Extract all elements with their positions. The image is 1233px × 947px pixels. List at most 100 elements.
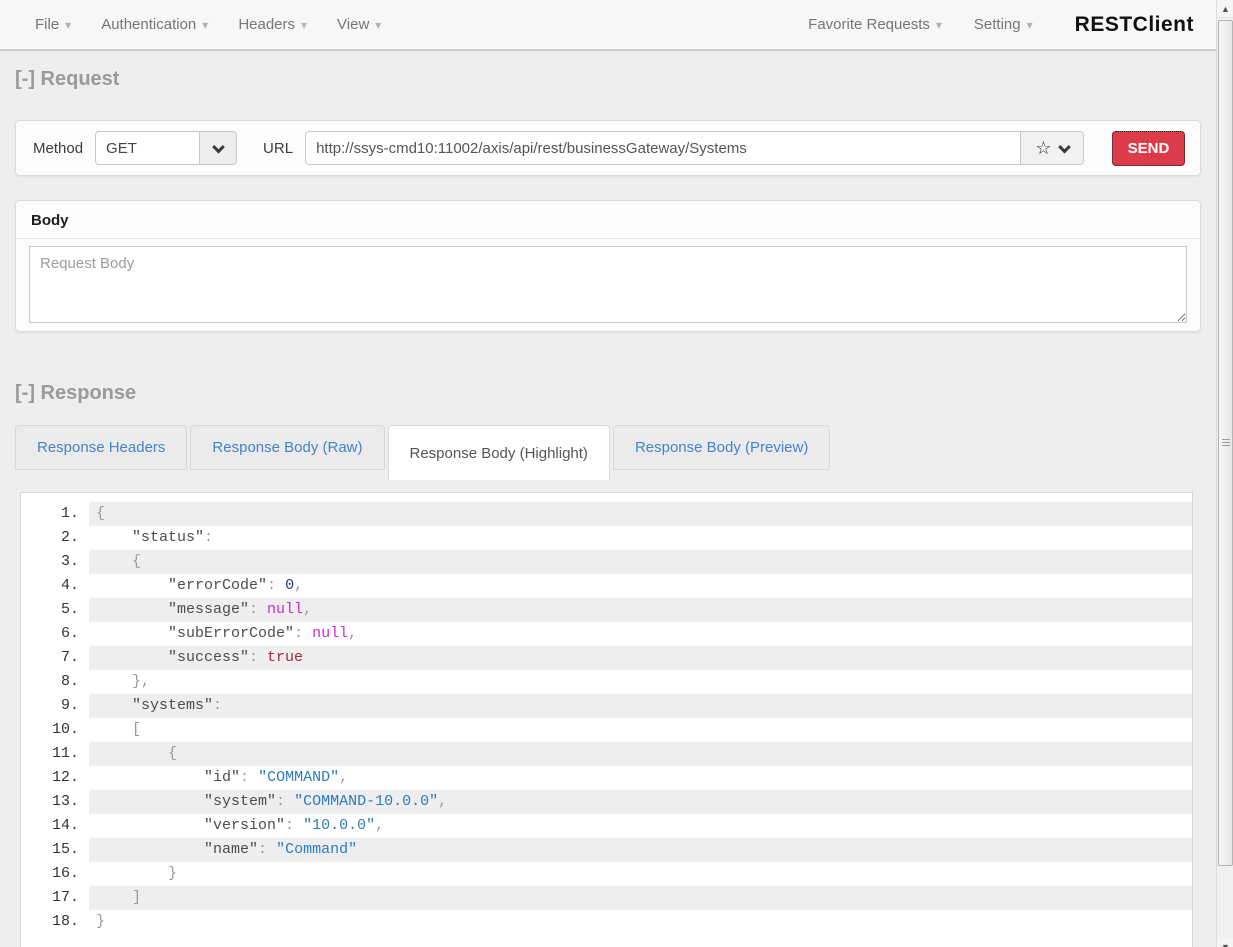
code-line: 14. "version": "10.0.0", (21, 814, 1192, 838)
tab-response-body-preview[interactable]: Response Body (Preview) (613, 425, 830, 470)
code-line-content: "system": "COMMAND-10.0.0", (89, 790, 1192, 814)
line-number: 4. (21, 574, 89, 598)
favorite-star-icon[interactable]: ☆ (1035, 139, 1051, 157)
url-label: URL (263, 140, 293, 157)
method-select-button[interactable] (199, 131, 237, 165)
request-body-panel: Body (15, 200, 1201, 332)
menu-file[interactable]: File ▾ (27, 10, 85, 39)
code-line-content: "subErrorCode": null, (89, 622, 1192, 646)
code-line-content: }, (89, 670, 1192, 694)
scrollbar-thumb[interactable] (1218, 20, 1233, 866)
caret-down-icon: ▾ (65, 19, 71, 31)
line-number: 13. (21, 790, 89, 814)
caret-down-icon: ▾ (301, 19, 307, 31)
code-line: 7. "success": true (21, 646, 1192, 670)
chevron-down-icon (212, 140, 225, 153)
menu-left-group: File ▾ Authentication ▾ Headers ▾ View ▾ (27, 10, 395, 39)
line-number: 2. (21, 526, 89, 550)
menu-setting-label: Setting (974, 16, 1021, 33)
code-line: 2. "status": (21, 526, 1192, 550)
scrollbar-grip-icon (1222, 439, 1230, 447)
code-line: 12. "id": "COMMAND", (21, 766, 1192, 790)
method-select[interactable]: GET (95, 131, 237, 165)
line-number: 15. (21, 838, 89, 862)
menu-view[interactable]: View ▾ (329, 10, 395, 39)
code-line: 3. { (21, 550, 1192, 574)
method-select-value[interactable]: GET (95, 131, 199, 165)
line-number: 17. (21, 886, 89, 910)
line-number: 11. (21, 742, 89, 766)
code-line: 15. "name": "Command" (21, 838, 1192, 862)
line-number: 16. (21, 862, 89, 886)
url-input[interactable] (305, 131, 1020, 165)
line-number: 14. (21, 814, 89, 838)
code-line-content: "version": "10.0.0", (89, 814, 1192, 838)
menu-right-group: Favorite Requests ▾ Setting ▾ RESTClient (800, 10, 1216, 39)
line-number: 10. (21, 718, 89, 742)
code-line: 6. "subErrorCode": null, (21, 622, 1192, 646)
code-line-content: "success": true (89, 646, 1192, 670)
code-line: 10. [ (21, 718, 1192, 742)
code-line: 16. } (21, 862, 1192, 886)
code-line-content: "id": "COMMAND", (89, 766, 1192, 790)
scroll-down-button[interactable]: ▼ (1217, 938, 1233, 947)
request-bar: Method GET URL ☆ SEND (15, 120, 1201, 176)
response-section-toggle[interactable]: [-] Response (15, 382, 136, 405)
url-group: ☆ (305, 131, 1084, 165)
menu-authentication[interactable]: Authentication ▾ (93, 10, 222, 39)
app-logo: RESTClient (1075, 13, 1194, 37)
line-number: 18. (21, 910, 89, 934)
scroll-up-button[interactable]: ▲ (1217, 0, 1233, 18)
code-line: 5. "message": null, (21, 598, 1192, 622)
code-line-content: } (89, 910, 1192, 934)
line-number: 1. (21, 502, 89, 526)
chevron-down-icon[interactable] (1058, 140, 1071, 153)
menu-favorite-requests[interactable]: Favorite Requests ▾ (800, 10, 956, 39)
menu-bar: File ▾ Authentication ▾ Headers ▾ View ▾… (0, 0, 1216, 51)
code-line-content: { (89, 502, 1192, 526)
code-line: 8. }, (21, 670, 1192, 694)
request-section-toggle[interactable]: [-] Request (15, 68, 119, 91)
menu-view-label: View (337, 16, 369, 33)
menu-headers[interactable]: Headers ▾ (230, 10, 321, 39)
code-line: 1.{ (21, 502, 1192, 526)
response-tabs: Response Headers Response Body (Raw) Res… (15, 425, 830, 480)
response-body-highlight-panel: 1.{2. "status":3. {4. "errorCode": 0,5. … (20, 492, 1193, 947)
url-favorite-group[interactable]: ☆ (1020, 131, 1084, 165)
line-number: 6. (21, 622, 89, 646)
caret-down-icon: ▾ (202, 19, 208, 31)
method-label: Method (33, 140, 83, 157)
menu-file-label: File (35, 16, 59, 33)
menu-setting[interactable]: Setting ▾ (966, 10, 1047, 39)
code-line: 17. ] (21, 886, 1192, 910)
code-line: 18.} (21, 910, 1192, 934)
vertical-scrollbar[interactable]: ▲ ▼ (1216, 0, 1233, 947)
request-body-textarea[interactable] (29, 246, 1187, 323)
code-line-content: { (89, 742, 1192, 766)
scroll-up-arrow-icon: ▲ (1221, 4, 1230, 14)
code-line-content: } (89, 862, 1192, 886)
caret-down-icon: ▾ (1027, 19, 1033, 31)
code-line-content: "errorCode": 0, (89, 574, 1192, 598)
tab-response-body-raw[interactable]: Response Body (Raw) (190, 425, 384, 470)
caret-down-icon: ▾ (936, 19, 942, 31)
line-number: 5. (21, 598, 89, 622)
line-number: 12. (21, 766, 89, 790)
send-button[interactable]: SEND (1112, 131, 1185, 166)
code-line-content: [ (89, 718, 1192, 742)
tab-response-headers[interactable]: Response Headers (15, 425, 187, 470)
line-number: 3. (21, 550, 89, 574)
menu-favorite-requests-label: Favorite Requests (808, 16, 930, 33)
line-number: 8. (21, 670, 89, 694)
caret-down-icon: ▾ (375, 19, 381, 31)
code-line-content: "message": null, (89, 598, 1192, 622)
code-line-content: ] (89, 886, 1192, 910)
code-line-content: "name": "Command" (89, 838, 1192, 862)
code-line: 4. "errorCode": 0, (21, 574, 1192, 598)
menu-authentication-label: Authentication (101, 16, 196, 33)
scroll-down-arrow-icon: ▼ (1221, 942, 1230, 947)
code-line-content: "systems": (89, 694, 1192, 718)
tab-response-body-highlight[interactable]: Response Body (Highlight) (388, 425, 610, 480)
restclient-window: File ▾ Authentication ▾ Headers ▾ View ▾… (0, 0, 1233, 947)
body-panel-title: Body (16, 201, 1200, 239)
